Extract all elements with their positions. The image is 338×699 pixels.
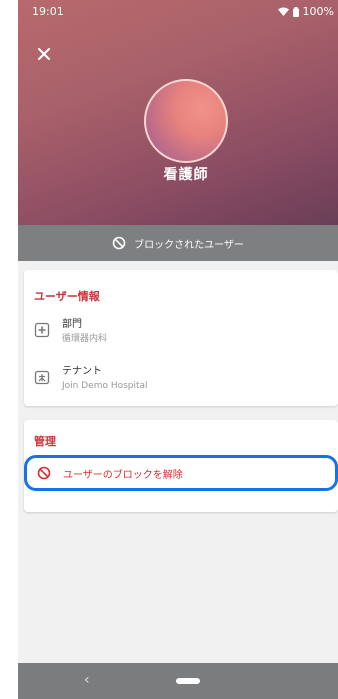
profile-header: 19:01 100% 看護師 (18, 0, 338, 225)
status-time: 19:01 (32, 5, 64, 18)
user-info-title: ユーザー情報 (34, 290, 100, 303)
department-value: 循環器内科 (62, 334, 108, 344)
back-icon[interactable]: ‹ (84, 672, 90, 688)
tenant-icon (34, 370, 50, 385)
block-icon (112, 236, 126, 250)
status-icons: 100% (277, 5, 334, 18)
close-icon[interactable] (34, 44, 54, 64)
tenant-row: テナント Join Demo Hospital (34, 365, 148, 393)
admin-title: 管理 (34, 435, 56, 448)
tenant-label: テナント (62, 366, 102, 377)
unblock-user-button[interactable]: ユーザーのブロックを解除 (24, 455, 338, 491)
department-row: 部門 循環器内科 (34, 318, 107, 346)
admin-card: 管理 ユーザーのブロックを解除 (24, 420, 338, 512)
blocked-banner-text: ブロックされたユーザー (134, 239, 244, 251)
block-icon (37, 466, 51, 480)
user-info-card: ユーザー情報 部門 循環器内科 テナント Join Demo Hospital (24, 270, 338, 406)
department-label: 部門 (62, 319, 82, 330)
home-pill[interactable] (176, 678, 200, 684)
user-name: 看護師 (163, 167, 209, 183)
battery-icon (292, 6, 299, 17)
left-edge (0, 0, 18, 699)
blocked-banner: ブロックされたユーザー (18, 225, 338, 261)
department-icon (34, 322, 50, 338)
wifi-icon (277, 7, 289, 16)
screen: 19:01 100% 看護師 ブロックされたユーザー ユーザー情報 部門 循環器… (0, 0, 338, 699)
unblock-user-label: ユーザーのブロックを解除 (63, 469, 183, 481)
avatar (144, 79, 228, 163)
battery-level: 100% (302, 5, 334, 18)
system-nav-bar: ‹ (18, 663, 338, 699)
status-bar: 19:01 100% (18, 0, 338, 24)
tenant-value: Join Demo Hospital (62, 381, 148, 391)
